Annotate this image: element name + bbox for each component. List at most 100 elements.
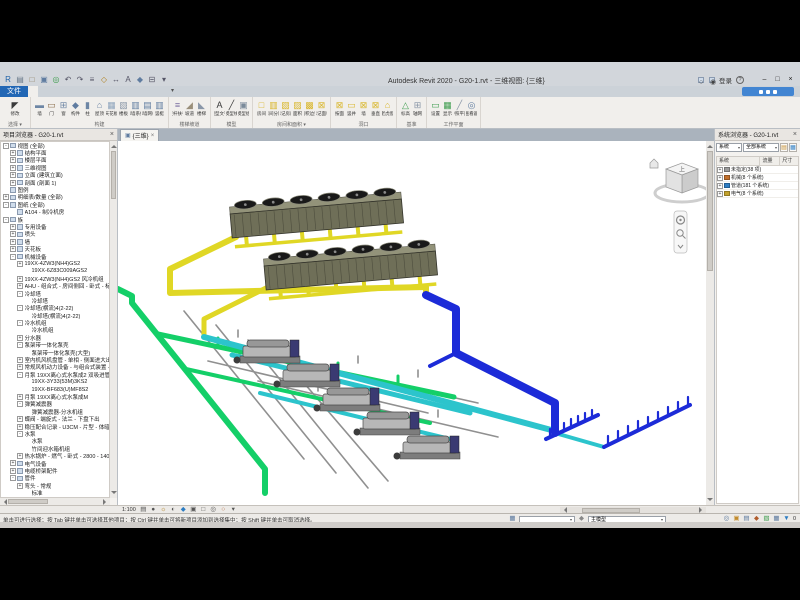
- ribbon-button[interactable]: ▭ 门: [46, 99, 57, 119]
- ribbon-button[interactable]: ▦ 显示: [442, 99, 453, 119]
- ribbon-button[interactable]: ⌂ 屋顶: [94, 99, 105, 119]
- ribbon-button[interactable]: ▥ 幕墙系统: [130, 99, 141, 119]
- ribbon-button[interactable]: ▦ 天花板: [106, 99, 117, 119]
- ribbon-button[interactable]: ◢ 坡道: [184, 99, 195, 119]
- system-row[interactable]: + 机械(8 个系统): [717, 174, 798, 182]
- ribbon-button[interactable]: ◎ 查看器: [466, 99, 477, 119]
- file-menu-icon[interactable]: ▤: [15, 75, 25, 85]
- tree-item[interactable]: - 机械设备: [1, 253, 109, 260]
- restore-icon[interactable]: □: [771, 75, 784, 85]
- tree-expander-icon[interactable]: +: [17, 364, 23, 370]
- tree-item[interactable]: + 弯头 - 常规: [1, 482, 109, 489]
- ribbon-tab[interactable]: [118, 86, 128, 97]
- ribbon-button[interactable]: ◣ 楼梯: [196, 99, 207, 119]
- ribbon-tab[interactable]: [108, 86, 118, 97]
- tree-expander-icon[interactable]: +: [17, 483, 23, 489]
- scroll-down-icon[interactable]: [707, 498, 713, 504]
- view-tab-3d[interactable]: ▣ {三维} ×: [120, 129, 159, 141]
- close-panel-icon[interactable]: ×: [110, 130, 114, 140]
- tree-item[interactable]: + 墙: [1, 238, 109, 245]
- grid-header[interactable]: 系统 流量 尺寸: [717, 157, 798, 166]
- ribbon-button[interactable]: □ 房间: [256, 99, 267, 119]
- tree-item[interactable]: 冷水机组: [1, 327, 109, 334]
- tree-expander-icon[interactable]: +: [10, 172, 16, 178]
- ribbon-state-caret-icon[interactable]: ▾: [168, 86, 177, 97]
- tree-item[interactable]: + 楼层平面: [1, 157, 109, 164]
- tree-item[interactable]: + 热水锅炉 - 燃气 - 卧式 - 2800 - 14000 kW: [1, 452, 109, 459]
- ribbon-button[interactable]: ≡ 栏杆扶手: [172, 99, 183, 119]
- tree-expander-icon[interactable]: +: [17, 416, 23, 422]
- tree-item[interactable]: - 冷却塔: [1, 290, 109, 297]
- canvas-vscrollbar[interactable]: [706, 141, 714, 505]
- ribbon-button[interactable]: ▧ 楼板: [118, 99, 129, 119]
- tree-item[interactable]: - 族: [1, 216, 109, 223]
- ribbon-button[interactable]: ▨ 面积: [292, 99, 303, 119]
- tree-expander-icon[interactable]: +: [717, 183, 723, 189]
- tree-expander-icon[interactable]: +: [10, 224, 16, 230]
- scroll-up-icon[interactable]: [111, 142, 117, 148]
- tree-item[interactable]: + 天花板: [1, 245, 109, 252]
- tree-item[interactable]: - 月泵 19XX离心式水泵成2 双吸进管: [1, 371, 109, 378]
- view-select[interactable]: 系统▾: [716, 143, 742, 152]
- default-3d-view-icon[interactable]: ◆: [135, 75, 145, 85]
- tree-expander-icon[interactable]: -: [17, 372, 23, 378]
- tree-expander-icon[interactable]: +: [17, 283, 23, 289]
- tree-expander-icon[interactable]: +: [17, 453, 23, 459]
- customize-qat-icon[interactable]: ▾: [159, 75, 169, 85]
- primary-blue-pipes[interactable]: [426, 295, 690, 447]
- tree-expander-icon[interactable]: +: [17, 335, 23, 341]
- tree-expander-icon[interactable]: +: [10, 180, 16, 186]
- ribbon-button[interactable]: ⊠ 标记面积: [316, 99, 327, 119]
- scroll-left-icon[interactable]: [1, 499, 7, 505]
- print-icon[interactable]: ≡: [87, 75, 97, 85]
- ribbon-tab[interactable]: [78, 86, 88, 97]
- tree-item[interactable]: + 专用设备: [1, 223, 109, 230]
- tree-expander-icon[interactable]: +: [17, 357, 23, 363]
- project-browser-header[interactable]: 项目浏览器 - G20-1.rvt ×: [0, 129, 117, 141]
- search-icon[interactable]: ○: [698, 77, 704, 83]
- ribbon-button[interactable]: ╱ 参照平面: [454, 99, 465, 119]
- tree-item[interactable]: + 电缆桥架配件: [1, 467, 109, 474]
- project-browser-hscrollbar[interactable]: [0, 498, 110, 505]
- panel-label[interactable]: 选择 ▾: [0, 121, 30, 128]
- ribbon-tab[interactable]: [128, 86, 138, 97]
- ribbon-button[interactable]: ▭ 设置: [430, 99, 441, 119]
- tree-expander-icon[interactable]: +: [17, 424, 23, 430]
- minimize-icon[interactable]: –: [758, 75, 771, 85]
- ribbon-button[interactable]: △ 标高: [400, 99, 411, 119]
- tree-item[interactable]: - 视图 (全部): [1, 142, 109, 149]
- plugin-toolbar-button[interactable]: [742, 87, 794, 96]
- measure-icon[interactable]: ◇: [99, 75, 109, 85]
- ribbon-tab[interactable]: [98, 86, 108, 97]
- tree-expander-icon[interactable]: +: [17, 276, 23, 282]
- ribbon-button[interactable]: ⊠ 按面: [334, 99, 345, 119]
- system-filter-select[interactable]: 全部系统▾: [743, 143, 779, 152]
- tree-item[interactable]: + 喷头: [1, 231, 109, 238]
- tree-expander-icon[interactable]: +: [10, 246, 16, 252]
- undo-icon[interactable]: ↶: [63, 75, 73, 85]
- navigation-bar[interactable]: [674, 211, 687, 253]
- ribbon-tab[interactable]: [68, 86, 78, 97]
- tree-item[interactable]: 冷却塔(横流)4(2-22): [1, 312, 109, 319]
- tree-expander-icon[interactable]: -: [3, 217, 9, 223]
- tree-expander-icon[interactable]: -: [17, 291, 23, 297]
- ribbon-tab[interactable]: [138, 86, 148, 97]
- tree-expander-icon[interactable]: +: [10, 231, 16, 237]
- tree-expander-icon[interactable]: +: [10, 239, 16, 245]
- ribbon-tab[interactable]: [48, 86, 58, 97]
- ribbon-button[interactable]: ▮ 柱: [82, 99, 93, 119]
- tree-expander-icon[interactable]: +: [10, 468, 16, 474]
- tree-expander-icon[interactable]: -: [17, 431, 23, 437]
- tree-expander-icon[interactable]: +: [717, 175, 723, 181]
- cooling-tower-bank-upper[interactable]: [229, 187, 404, 247]
- ribbon-tab[interactable]: [158, 86, 168, 97]
- redo-icon[interactable]: ↷: [75, 75, 85, 85]
- tree-expander-icon[interactable]: +: [10, 460, 16, 466]
- tree-expander-icon[interactable]: +: [10, 150, 16, 156]
- tree-expander-icon[interactable]: +: [717, 167, 723, 173]
- tree-item[interactable]: + 19XX-4ZW3(NH4)GS2: [1, 260, 109, 267]
- ribbon-button[interactable]: ▭ 竖井: [346, 99, 357, 119]
- system-row[interactable]: + 管道(181 个系统): [717, 182, 798, 190]
- tree-item[interactable]: 标准: [1, 489, 109, 496]
- ribbon-button[interactable]: ▥ 竖梃: [154, 99, 165, 119]
